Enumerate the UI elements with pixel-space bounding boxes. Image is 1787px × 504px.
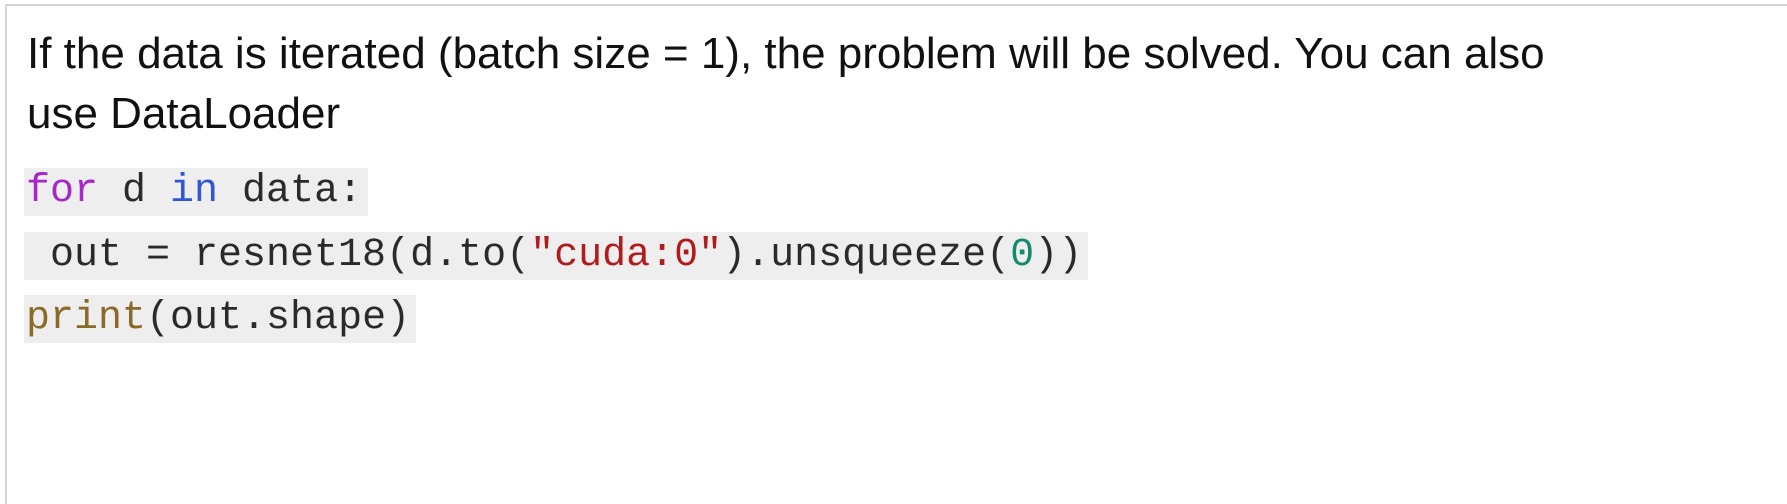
keyword-for: for	[26, 169, 99, 214]
answer-card: If the data is iterated (batch size = 1)…	[5, 4, 1787, 504]
code-line-print: print(out.shape)	[24, 295, 417, 343]
code-middle: ).unsqueeze(	[722, 233, 1011, 278]
keyword-in: in	[170, 169, 219, 214]
answer-text: If the data is iterated (batch size = 1)…	[27, 24, 1767, 144]
code-prefix: out = resnet18(d.to(	[26, 233, 531, 278]
loop-iterable: data:	[218, 169, 363, 214]
builtin-print: print	[26, 296, 147, 341]
code-suffix: ))	[1034, 233, 1083, 278]
answer-text-line-1: If the data is iterated (batch size = 1)…	[27, 29, 1545, 78]
code-string-literal: "cuda:0"	[530, 233, 723, 278]
loop-variable: d	[98, 169, 171, 214]
answer-text-line-2: use DataLoader	[27, 89, 341, 138]
code-line-for-loop: for d in data:	[24, 168, 369, 216]
code-number-literal: 0	[1010, 233, 1035, 278]
code-line-model-call: out = resnet18(d.to("cuda:0").unsqueeze(…	[24, 232, 1089, 280]
print-args: (out.shape)	[146, 296, 411, 341]
